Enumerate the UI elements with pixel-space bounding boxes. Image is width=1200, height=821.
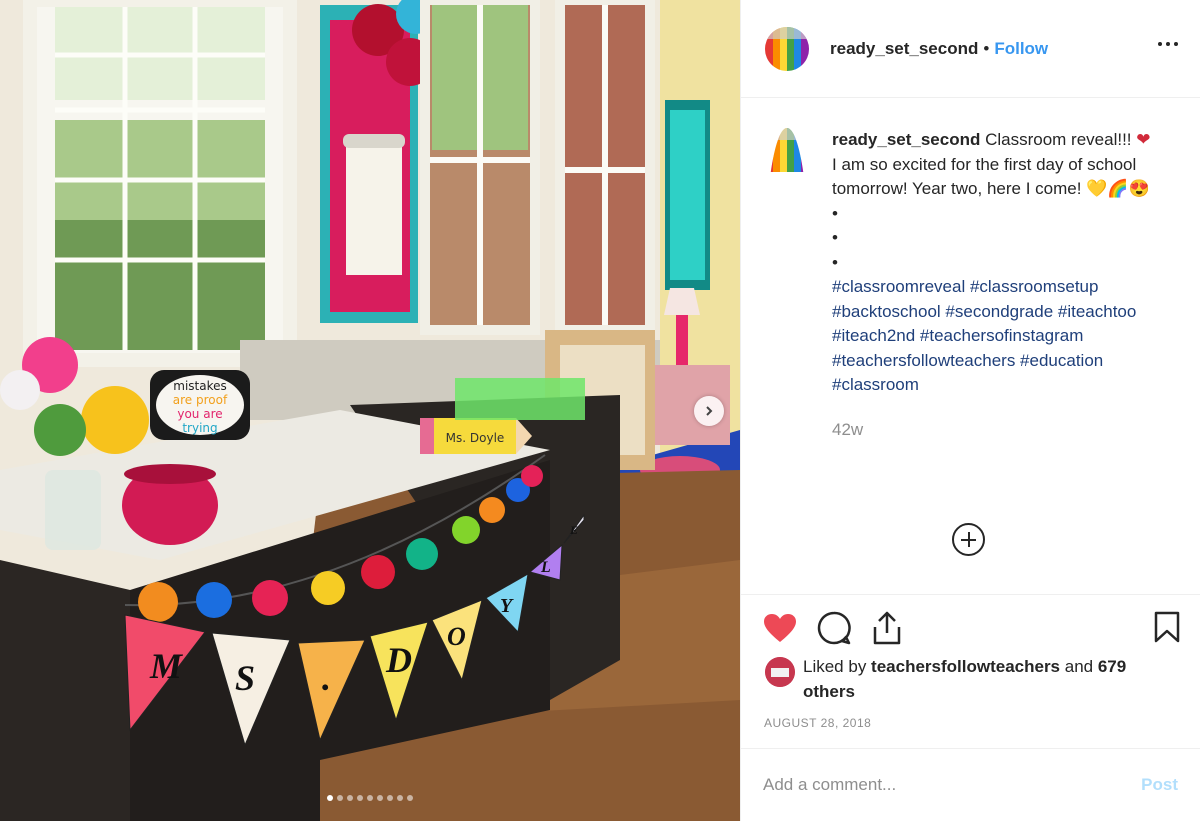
sign-text: you are [177, 407, 222, 421]
liker-username[interactable]: teachersfollowteachers [871, 657, 1060, 676]
classroom-photo: M S . D O Y L E mistakes are proof you a… [0, 0, 740, 821]
carousel-dot [377, 795, 383, 801]
sign-text: mistakes [173, 379, 227, 393]
caption-text: ready_set_second Classroom reveal!!! ❤ I… [832, 128, 1152, 398]
banner-letter: D [385, 640, 412, 680]
chevron-right-icon [706, 406, 713, 416]
rainbow-avatar-icon [765, 128, 809, 172]
likes-prefix: Liked by [803, 657, 872, 676]
more-dot [1174, 42, 1178, 46]
heart-icon[interactable] [763, 613, 797, 643]
carousel-dot [327, 795, 333, 801]
post-age[interactable]: 42w [832, 420, 1178, 440]
banner-letter: . [322, 658, 331, 698]
add-comment-bar: Post [741, 748, 1200, 821]
nameplate-text: Ms. Doyle [446, 431, 505, 445]
caption-username[interactable]: ready_set_second [832, 130, 980, 149]
carousel-indicator [0, 795, 740, 801]
comment-input[interactable] [763, 775, 1142, 795]
heart-emoji: ❤ [1136, 130, 1151, 149]
banner-letter: S [235, 658, 255, 698]
caption-bullet: • [832, 252, 838, 272]
follow-button[interactable]: Follow [994, 39, 1048, 59]
carousel-dot [397, 795, 403, 801]
header-separator: • [983, 38, 990, 58]
carousel-dot [387, 795, 393, 801]
share-icon[interactable] [871, 611, 903, 645]
post-header: ready_set_second • Follow [741, 0, 1200, 98]
carousel-dot [357, 795, 363, 801]
more-dot [1158, 42, 1162, 46]
caption-emojis: 💛🌈😍 [1086, 179, 1150, 198]
more-options-icon[interactable] [1158, 42, 1178, 46]
liker-avatar[interactable] [765, 657, 795, 687]
likes-middle: and [1060, 657, 1098, 676]
caption-avatar[interactable] [765, 128, 809, 398]
banner-letter: L [540, 559, 551, 576]
banner-letter: Y [500, 595, 514, 617]
banner-letter: O [447, 622, 466, 651]
more-dot [1166, 42, 1170, 46]
caption-hashtags[interactable]: #classroomreveal #classroomsetup #backto… [832, 277, 1136, 394]
caption-bullet: • [832, 228, 838, 247]
banner-letter: E [569, 523, 578, 537]
sign-text: trying [182, 421, 217, 435]
carousel-dot [337, 795, 343, 801]
comments-section: ready_set_second Classroom reveal!!! ❤ I… [741, 98, 1200, 595]
likes-summary: Liked by teachersfollowteachers and 679 … [741, 647, 1200, 704]
carousel-dot [367, 795, 373, 801]
load-more-comments-button[interactable] [952, 523, 985, 556]
post-comment-button[interactable]: Post [1141, 775, 1178, 795]
header-username[interactable]: ready_set_second [830, 39, 978, 59]
next-photo-button[interactable] [694, 396, 724, 426]
carousel-dot [407, 795, 413, 801]
rainbow-avatar-icon [765, 26, 809, 71]
caption-bullet: • [832, 203, 838, 223]
liker-avatar-icon [765, 657, 795, 687]
post-panel: ready_set_second • Follow ready_set_seco… [740, 0, 1200, 821]
bookmark-icon[interactable] [1154, 611, 1180, 643]
banner-letter: M [149, 646, 184, 686]
carousel-dot [347, 795, 353, 801]
post-date[interactable]: AUGUST 28, 2018 [741, 704, 1200, 746]
action-bar [741, 595, 1200, 647]
comment-icon[interactable] [817, 611, 851, 645]
avatar[interactable] [765, 26, 809, 71]
caption: ready_set_second Classroom reveal!!! ❤ I… [765, 128, 1178, 398]
sign-text: are proof [173, 393, 228, 407]
post-photo[interactable]: M S . D O Y L E mistakes are proof you a… [0, 0, 740, 821]
caption-line: Classroom reveal!!! [980, 130, 1137, 149]
likes-text: Liked by teachersfollowteachers and 679 … [803, 655, 1178, 704]
